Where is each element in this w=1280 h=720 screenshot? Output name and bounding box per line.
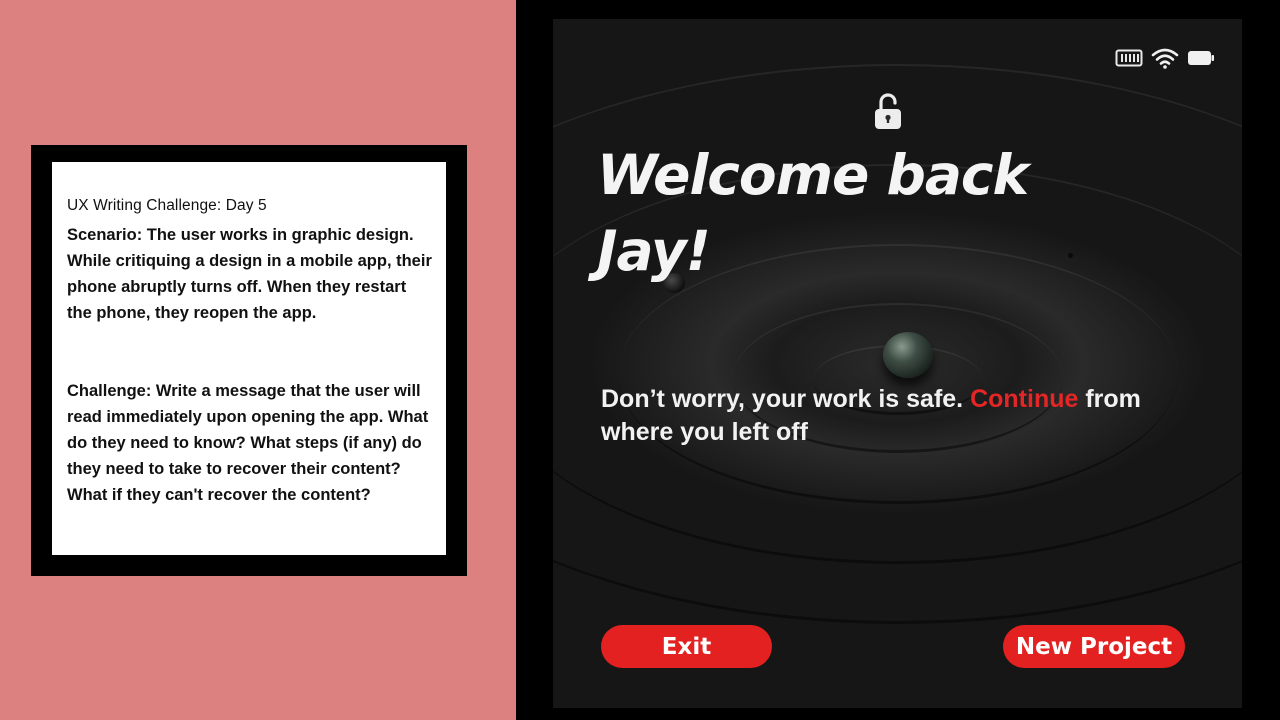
safety-message: Don’t worry, your work is safe. Continue… <box>601 383 1201 449</box>
welcome-line-1: Welcome back <box>597 143 1029 207</box>
new-project-button[interactable]: New Project <box>1003 625 1185 668</box>
challenge-title: UX Writing Challenge: Day 5 <box>67 197 267 214</box>
scenario-text: Scenario: The user works in graphic desi… <box>67 226 432 322</box>
wifi-icon <box>1151 47 1179 69</box>
unlocked-padlock-icon <box>873 92 903 135</box>
message-prefix: Don’t worry, your work is safe. <box>601 385 971 413</box>
app-screen: Welcome back Jay! Don’t worry, your work… <box>553 19 1242 708</box>
challenge-card: UX Writing Challenge: Day 5 Scenario: Th… <box>52 162 446 555</box>
challenge-text: Challenge: Write a message that the user… <box>67 382 429 504</box>
welcome-line-2: Jay! <box>597 219 711 283</box>
welcome-heading: Welcome back Jay! <box>597 137 1117 289</box>
continue-link[interactable]: Continue <box>970 385 1078 413</box>
challenge-card-frame: UX Writing Challenge: Day 5 Scenario: Th… <box>31 145 467 576</box>
battery-outline-icon <box>1115 48 1143 68</box>
left-panel: UX Writing Challenge: Day 5 Scenario: Th… <box>0 0 516 720</box>
exit-button[interactable]: Exit <box>601 625 772 668</box>
battery-icon <box>1187 49 1215 67</box>
center-sphere <box>883 332 933 378</box>
status-bar <box>1115 47 1215 69</box>
right-panel: Welcome back Jay! Don’t worry, your work… <box>516 0 1280 720</box>
